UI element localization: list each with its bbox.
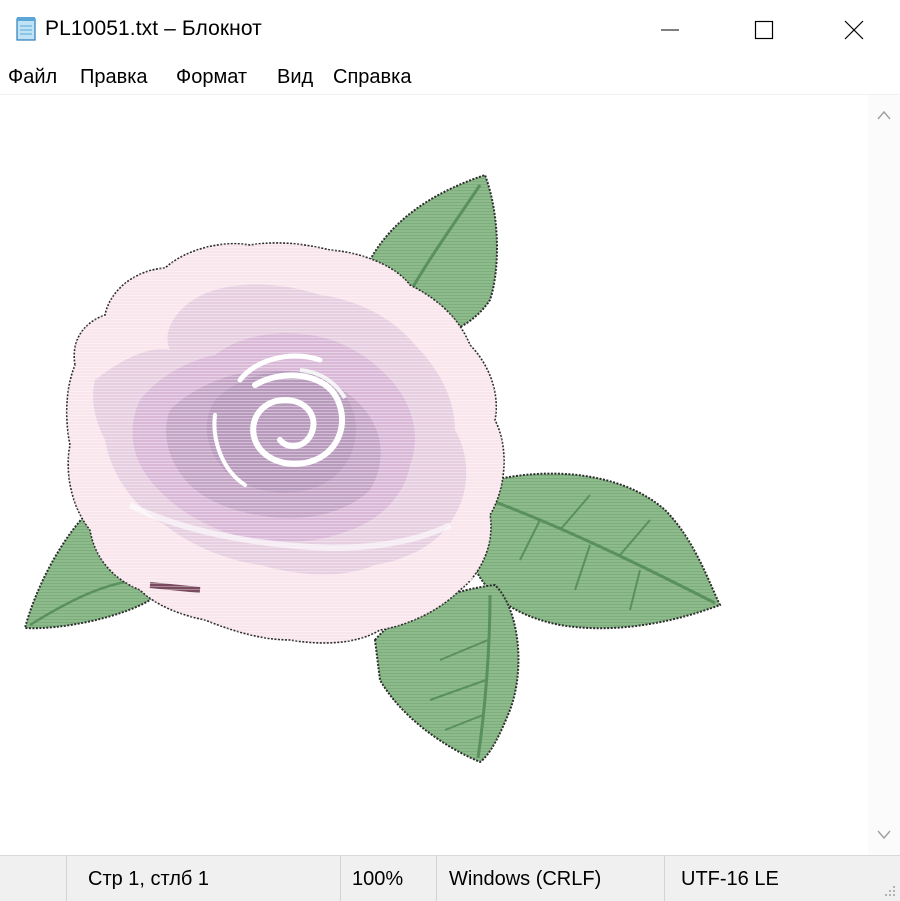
chevron-down-icon xyxy=(877,830,891,840)
scrollbar-track[interactable] xyxy=(868,95,900,855)
close-button[interactable] xyxy=(808,0,900,60)
status-separator xyxy=(340,856,341,901)
title-bar[interactable]: PL10051.txt – Блокнот xyxy=(0,0,900,60)
chevron-up-icon xyxy=(877,110,891,120)
status-zoom: 100% xyxy=(352,868,404,890)
minimize-button[interactable] xyxy=(624,0,716,60)
vertical-scrollbar[interactable] xyxy=(868,95,900,855)
menu-format[interactable]: Формат xyxy=(176,65,247,91)
scroll-down-button[interactable] xyxy=(868,819,900,851)
status-encoding: UTF-16 LE xyxy=(681,868,779,890)
menu-help[interactable]: Справка xyxy=(333,65,411,91)
menu-bar: Файл Правка Формат Вид Справка xyxy=(0,60,900,95)
close-icon xyxy=(844,20,864,40)
menu-edit[interactable]: Правка xyxy=(80,65,148,91)
ascii-art-rose xyxy=(23,173,722,764)
status-cursor-position: Стр 1, стлб 1 xyxy=(88,868,210,890)
status-separator xyxy=(66,856,67,901)
menu-file[interactable]: Файл xyxy=(8,65,57,91)
maximize-icon xyxy=(754,20,774,40)
status-line-ending: Windows (CRLF) xyxy=(449,868,602,890)
window-title: PL10051.txt – Блокнот xyxy=(45,17,262,40)
notepad-icon xyxy=(14,16,38,42)
menu-view[interactable]: Вид xyxy=(277,65,313,91)
text-editor[interactable] xyxy=(0,95,868,855)
status-bar: Стр 1, стлб 1 100% Windows (CRLF) UTF-16… xyxy=(0,855,900,901)
scroll-up-button[interactable] xyxy=(868,99,900,131)
minimize-icon xyxy=(661,29,679,31)
maximize-button[interactable] xyxy=(718,0,810,60)
status-separator xyxy=(664,856,665,901)
resize-grip-icon[interactable] xyxy=(884,885,896,897)
status-separator xyxy=(436,856,437,901)
